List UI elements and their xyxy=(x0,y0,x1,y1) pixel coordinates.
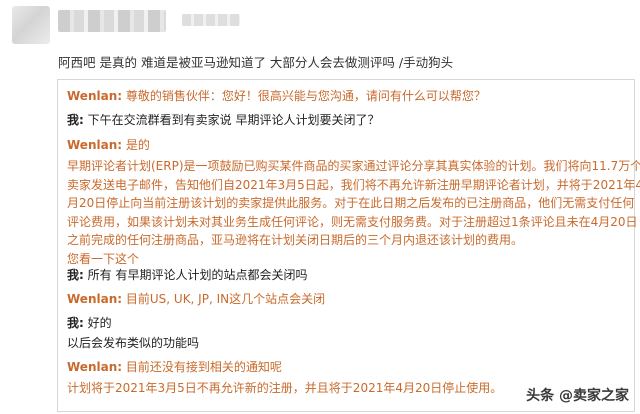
seller-name: Wenlan: xyxy=(67,138,123,152)
chat-screenshot-panel: Wenlan: 尊敬的销售伙伴：您好！很高兴能与您沟通，请问有什么可以帮您？ 我… xyxy=(57,79,640,412)
paragraph-line: 评论费用，如果该计划未对其业务生成任何评论，则无需支付服务费。对于注册超过1条评… xyxy=(67,214,638,229)
me-name: 我: xyxy=(67,316,84,330)
seller-name: Wenlan: xyxy=(67,360,123,374)
paragraph-line: 早期评论者计划(ERP)是一项鼓励已购买某件商品的买家通过评论分享其真实体验的计… xyxy=(67,159,640,173)
message-text: 下午在交流群看到有卖家说 早期评论人计划要关闭了？ xyxy=(87,113,380,127)
paragraph-line: 卖家发送电子邮件，告知他们自2021年3月5日起，我们将不再允许新注册早期评论者… xyxy=(67,177,640,192)
blurred-meta xyxy=(182,14,240,26)
blurred-username xyxy=(58,10,166,32)
chat-message-seller: Wenlan: 目前US, UK, JP, IN这几个站点会关闭 xyxy=(67,291,325,307)
chat-message-me: 我: 下午在交流群看到有卖家说 早期评论人计划要关闭了？ xyxy=(67,112,379,128)
chat-message-seller-continued: 计划将于2021年3月5日不再允许新的注册，并且将于2021年4月20日停止使用… xyxy=(67,381,503,395)
chat-message-me-continued: 以后会发布类似的功能吗 xyxy=(67,336,200,350)
avatar xyxy=(12,6,50,44)
paragraph-line: 月20日停止向当前注册该计划的卖家提供此服务。对于在此日期之后发布的已注册商品，… xyxy=(67,196,635,210)
paragraph-line: 您看一下这个 xyxy=(67,251,140,266)
message-text: 目前US, UK, JP, IN这几个站点会关闭 xyxy=(125,292,326,306)
paragraph-line: 之前完成的任何注册商品，亚马逊将在计划关闭日期后的三个月内退还该计划的费用。 xyxy=(67,233,524,247)
watermark: 头条 @卖家之家 xyxy=(526,388,629,404)
message-text: 是的 xyxy=(125,138,150,152)
chat-message-seller: Wenlan: 尊敬的销售伙伴：您好！很高兴能与您沟通，请问有什么可以帮您？ xyxy=(67,88,486,104)
me-name: 我: xyxy=(67,268,84,282)
message-text: 目前还没有接到相关的通知呢 xyxy=(125,360,282,374)
seller-name: Wenlan: xyxy=(67,292,123,306)
comment-text: 阿西吧 是真的 难道是被亚马逊知道了 大部分人会去做测评吗 /手动狗头 xyxy=(58,55,454,70)
chat-message-me: 我: 所有 有早期评论人计划的站点都会关闭吗 xyxy=(67,267,307,283)
chat-message-seller: Wenlan: 是的 xyxy=(67,137,150,153)
message-text: 所有 有早期评论人计划的站点都会关闭吗 xyxy=(87,268,308,282)
chat-message-me: 我: 好的 xyxy=(67,315,112,331)
message-text: 好的 xyxy=(87,316,112,330)
seller-name: Wenlan: xyxy=(67,89,123,103)
chat-message-seller-paragraph: 早期评论者计划(ERP)是一项鼓励已购买某件商品的买家通过评论分享其真实体验的计… xyxy=(67,157,640,268)
me-name: 我: xyxy=(67,113,84,127)
message-text: 尊敬的销售伙伴：您好！很高兴能与您沟通，请问有什么可以帮您？ xyxy=(125,89,486,103)
chat-message-seller: Wenlan: 目前还没有接到相关的通知呢 xyxy=(67,359,282,375)
